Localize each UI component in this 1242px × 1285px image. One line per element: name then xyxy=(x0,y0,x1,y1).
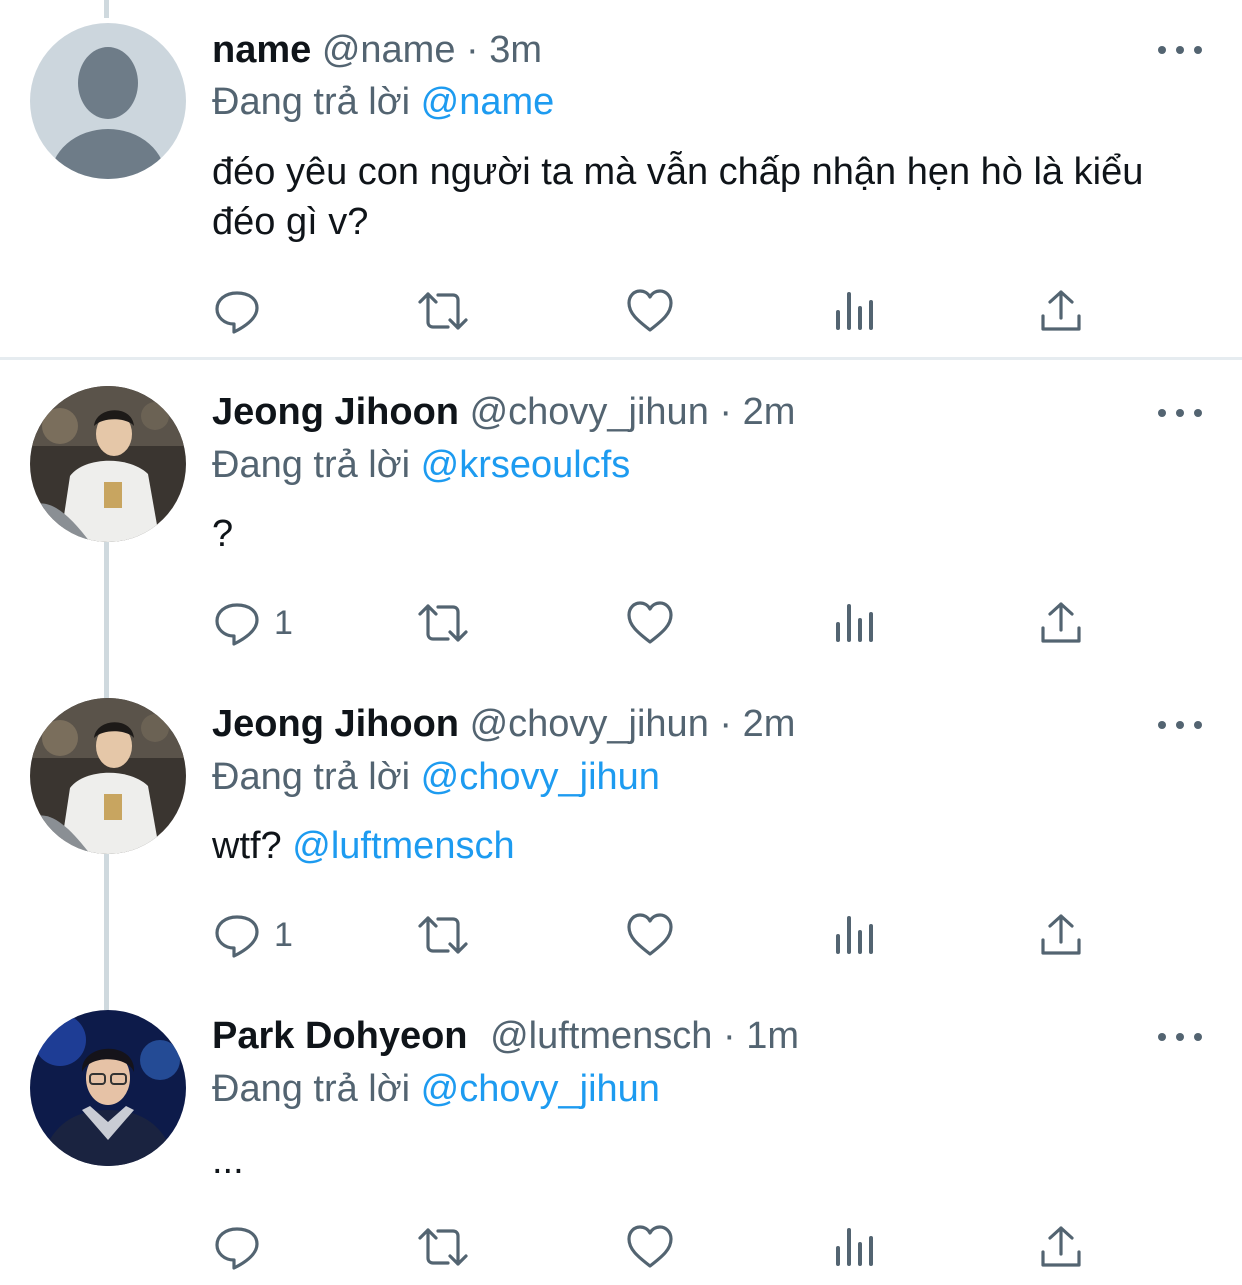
tweet-text: ... xyxy=(212,1136,1212,1186)
author-name[interactable]: name xyxy=(212,29,311,71)
separator-dot: · xyxy=(722,1015,736,1057)
avatar[interactable] xyxy=(30,23,186,179)
like-button[interactable] xyxy=(625,598,675,648)
replying-to-label: Đang trả lời xyxy=(212,81,411,123)
reply-button[interactable] xyxy=(212,1222,274,1272)
more-icon[interactable] xyxy=(1158,40,1202,60)
avatar[interactable] xyxy=(30,698,186,854)
retweet-button[interactable] xyxy=(414,1222,472,1272)
replying-to-link[interactable]: @krseoulcfs xyxy=(421,444,631,486)
avatar[interactable] xyxy=(30,1010,186,1166)
action-bar: 1 xyxy=(212,598,1112,648)
photo-avatar-icon xyxy=(30,698,186,854)
tweet-text: ? xyxy=(212,509,1212,559)
views-button[interactable] xyxy=(834,1222,878,1272)
photo-avatar-icon xyxy=(30,1010,186,1166)
action-bar: 1 xyxy=(212,910,1112,960)
separator-dot: · xyxy=(719,391,733,433)
separator-dot: · xyxy=(466,29,479,71)
default-avatar-icon xyxy=(50,47,166,179)
retweet-button[interactable] xyxy=(414,910,472,960)
more-icon[interactable] xyxy=(1158,715,1202,735)
like-icon xyxy=(627,1225,673,1268)
replying-to-label: Đang trả lời xyxy=(212,444,411,486)
reply-button[interactable]: 1 xyxy=(212,598,293,648)
more-icon[interactable] xyxy=(1158,1027,1202,1047)
tweet[interactable]: Jeong Jihoon @chovy_jihun · 2m Đang trả … xyxy=(0,360,1242,670)
timestamp[interactable]: 3m xyxy=(489,29,542,71)
reply-button[interactable]: 1 xyxy=(212,910,293,960)
timestamp[interactable]: 1m xyxy=(746,1015,799,1057)
share-icon xyxy=(1041,1226,1081,1267)
timestamp[interactable]: 2m xyxy=(743,391,796,433)
tweet-text: đéo yêu con người ta mà vẫn chấp nhận hẹ… xyxy=(212,151,1144,243)
action-bar xyxy=(212,286,1112,336)
tweet-text-content: ... xyxy=(212,1140,244,1182)
retweet-icon xyxy=(418,604,468,642)
reply-button[interactable] xyxy=(212,286,274,336)
like-icon xyxy=(627,913,673,956)
tweet-text-content: ? xyxy=(212,513,234,555)
reply-icon xyxy=(215,1227,259,1270)
author-handle[interactable]: @luftmensch xyxy=(490,1015,712,1057)
avatar[interactable] xyxy=(30,386,186,542)
reply-icon xyxy=(215,291,259,334)
like-button[interactable] xyxy=(625,1222,675,1272)
share-icon xyxy=(1041,914,1081,955)
timestamp[interactable]: 2m xyxy=(743,703,796,745)
share-button[interactable] xyxy=(1038,910,1084,960)
replying-to-label: Đang trả lời xyxy=(212,1068,411,1110)
like-icon xyxy=(627,289,673,332)
replying-to-link[interactable]: @name xyxy=(421,81,555,123)
author-handle[interactable]: @chovy_jihun xyxy=(470,703,709,745)
views-icon xyxy=(836,1228,873,1266)
views-button[interactable] xyxy=(834,910,878,960)
author-name[interactable]: Jeong Jihoon xyxy=(212,391,459,433)
retweet-icon xyxy=(418,1228,468,1266)
retweet-icon xyxy=(418,292,468,330)
tweet[interactable]: Jeong Jihoon @chovy_jihun · 2m Đang trả … xyxy=(0,672,1242,982)
reply-icon xyxy=(215,603,259,646)
tweet[interactable]: Park Dohyeon @luftmensch · 1m Đang trả l… xyxy=(0,984,1242,1285)
retweet-icon xyxy=(418,916,468,954)
like-icon xyxy=(627,601,673,644)
share-icon xyxy=(1041,290,1081,331)
views-button[interactable] xyxy=(834,598,878,648)
reply-count: 1 xyxy=(274,603,293,642)
share-button[interactable] xyxy=(1038,286,1084,336)
mention-link[interactable]: @luftmensch xyxy=(292,825,514,867)
author-handle[interactable]: @name xyxy=(322,29,456,71)
retweet-button[interactable] xyxy=(414,286,472,336)
share-button[interactable] xyxy=(1038,598,1084,648)
tweet[interactable]: name @name · 3m Đang trả lời @name đéo y… xyxy=(0,0,1242,357)
retweet-button[interactable] xyxy=(414,598,472,648)
reply-icon xyxy=(215,915,259,958)
like-button[interactable] xyxy=(625,286,675,336)
share-icon xyxy=(1041,602,1081,643)
replying-to-label: Đang trả lời xyxy=(212,756,411,798)
like-button[interactable] xyxy=(625,910,675,960)
views-button[interactable] xyxy=(834,286,878,336)
reply-count: 1 xyxy=(274,915,293,954)
replying-to-link[interactable]: @chovy_jihun xyxy=(421,756,660,798)
author-name[interactable]: Park Dohyeon xyxy=(212,1015,468,1057)
views-icon xyxy=(836,916,873,954)
author-name[interactable]: Jeong Jihoon xyxy=(212,703,459,745)
photo-avatar-icon xyxy=(30,386,186,542)
share-button[interactable] xyxy=(1038,1222,1084,1272)
tweet-text: wtf? @luftmensch xyxy=(212,821,1212,871)
tweet-text-content: wtf? xyxy=(212,825,282,867)
separator-dot: · xyxy=(719,703,733,745)
views-icon xyxy=(836,604,873,642)
views-icon xyxy=(836,292,873,330)
action-bar xyxy=(212,1222,1112,1272)
more-icon[interactable] xyxy=(1158,403,1202,423)
author-handle[interactable]: @chovy_jihun xyxy=(470,391,709,433)
replying-to-link[interactable]: @chovy_jihun xyxy=(421,1068,660,1110)
